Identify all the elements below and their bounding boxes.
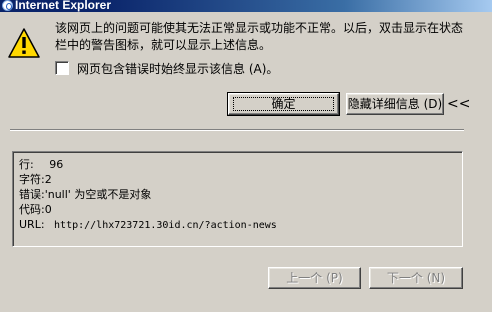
- ie-icon: [2, 0, 13, 11]
- focus-rect: [233, 97, 334, 111]
- message-line-1: 该网页上的问题可能使其无法正常显示或功能不正常。以后，双击显示在状态: [55, 21, 464, 35]
- detail-line-row: 行: 96: [19, 157, 456, 172]
- ok-button[interactable]: 确定: [227, 92, 340, 116]
- error-message: 该网页上的问题可能使其无法正常显示或功能不正常。以后，双击显示在状态 栏中的警告…: [55, 20, 475, 54]
- previous-button-label: 上一个 (P): [286, 271, 343, 285]
- warning-triangle-icon: [8, 28, 40, 58]
- detail-url-row: URL: http://lhx723721.30id.cn/?action-ne…: [19, 217, 456, 233]
- error-value: 'null' 为空或不是对象: [44, 188, 152, 201]
- window-title: Internet Explorer: [15, 0, 112, 12]
- error-label: 错误:: [19, 188, 45, 201]
- next-button[interactable]: 下一个 (N): [369, 267, 463, 289]
- message-line-2: 栏中的警告图标，就可以显示上述信息。: [55, 38, 272, 52]
- always-show-label[interactable]: 网页包含错误时始终显示该信息 (A)。: [77, 60, 278, 77]
- char-value: 2: [44, 173, 52, 186]
- line-value: 96: [49, 158, 64, 171]
- detail-error-row: 错误:'null' 为空或不是对象: [19, 187, 456, 202]
- code-value: 0: [44, 203, 52, 216]
- code-label: 代码:: [19, 203, 45, 216]
- hide-details-button[interactable]: 隐藏详细信息 (D): [346, 93, 444, 115]
- previous-button[interactable]: 上一个 (P): [268, 267, 361, 289]
- url-label: URL:: [19, 218, 45, 231]
- separator: [10, 129, 464, 131]
- line-label: 行:: [19, 158, 34, 171]
- url-value: http://lhx723721.30id.cn/?action-news: [54, 220, 277, 231]
- detail-code-row: 代码:0: [19, 202, 456, 217]
- char-label: 字符:: [19, 173, 45, 186]
- detail-char-row: 字符:2: [19, 172, 456, 187]
- title-bar[interactable]: Internet Explorer: [0, 0, 492, 12]
- next-button-label: 下一个 (N): [386, 271, 446, 285]
- always-show-checkbox[interactable]: [55, 61, 69, 75]
- collapse-chevron-icon[interactable]: <<: [447, 97, 470, 111]
- error-details-box: 行: 96 字符:2 错误:'null' 为空或不是对象 代码:0 URL: h…: [12, 151, 463, 247]
- hide-details-label: 隐藏详细信息 (D): [347, 97, 443, 111]
